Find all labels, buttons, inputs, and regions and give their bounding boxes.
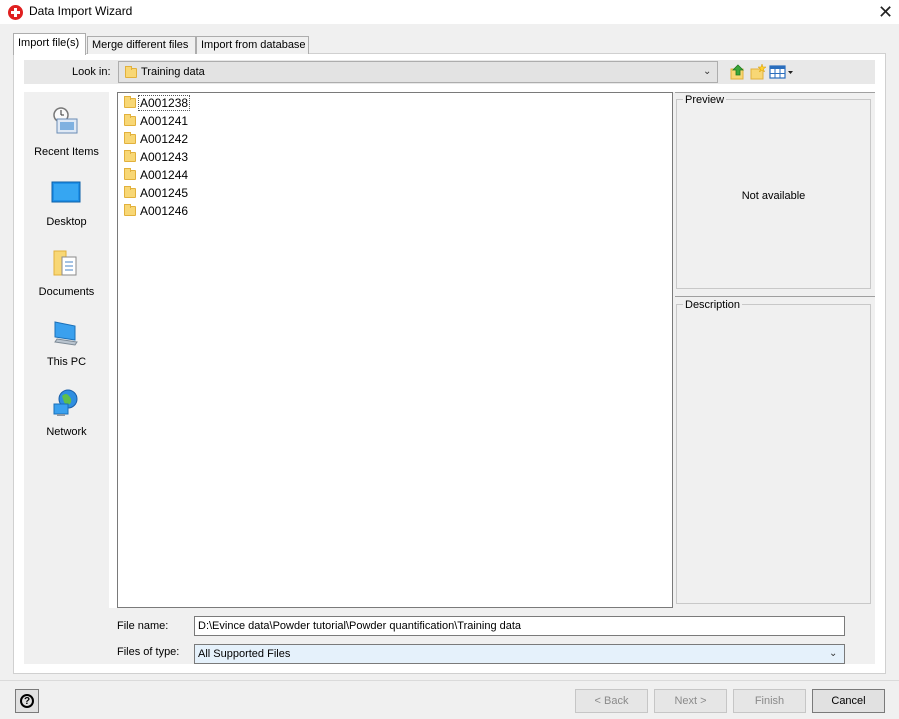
place-label: Desktop [46,216,87,228]
folder-icon [124,96,136,108]
preview-title: Preview [683,94,727,106]
file-name: A001244 [140,168,189,182]
place-documents[interactable]: Documents [24,246,109,308]
folder-icon [124,114,136,126]
preview-box: Preview Not available [676,94,871,289]
preview-message: Not available [741,190,806,202]
place-label: This PC [46,356,87,368]
list-item[interactable]: A001245 [120,184,320,202]
close-button[interactable]: ✕ [872,0,899,24]
folder-icon [125,66,137,78]
title-bar: Data Import Wizard ✕ [0,0,899,24]
place-network[interactable]: Network [24,386,109,448]
tab-import-database[interactable]: Import from database [196,36,309,54]
list-item[interactable]: A001244 [120,166,320,184]
tab-import-files[interactable]: Import file(s) [13,33,86,55]
folder-icon [124,168,136,180]
cancel-button[interactable]: Cancel [812,689,885,713]
chevron-down-icon: ⌄ [703,66,712,77]
side-panel: Preview Not available Description [673,92,875,608]
lookin-combo[interactable]: Training data ⌄ [118,61,718,83]
description-title: Description [683,299,743,311]
place-recent-items[interactable]: Recent Items [24,106,109,168]
finish-button[interactable]: Finish [733,689,806,713]
app-icon [8,5,23,20]
list-item[interactable]: A001241 [120,112,320,130]
network-icon [53,389,78,416]
filename-input[interactable]: D:\Evince data\Powder tutorial\Powder qu… [194,616,845,636]
documents-icon [53,250,77,276]
place-desktop[interactable]: Desktop [24,176,109,238]
folder-icon [124,132,136,144]
filename-label: File name: [117,620,169,632]
folder-icon [124,150,136,162]
up-folder-icon[interactable] [729,63,747,81]
file-name: A001242 [140,132,189,146]
divider [675,92,875,93]
next-button[interactable]: Next > [654,689,727,713]
file-list[interactable]: A001238 A001241 A001242 A001243 A001244 … [117,92,673,608]
desktop-icon [51,181,81,203]
place-label: Network [46,426,87,438]
filetype-select[interactable]: All Supported Files ⌄ [194,644,845,664]
help-button[interactable]: ? [15,689,39,713]
list-item[interactable]: A001242 [120,130,320,148]
file-name: A001245 [140,186,189,200]
file-name: A001243 [140,150,189,164]
folder-icon [124,186,136,198]
list-item[interactable]: A001246 [120,202,320,220]
description-box: Description [676,299,871,604]
this-pc-icon [54,321,78,346]
window-title: Data Import Wizard [29,4,133,18]
lookin-value: Training data [141,66,205,78]
file-name: A001246 [140,204,189,218]
back-button[interactable]: < Back [575,689,648,713]
place-label: Documents [38,286,95,298]
folder-icon [124,204,136,216]
places-bar: Recent Items Desktop Documents This PC N… [24,92,109,664]
divider [675,296,875,297]
new-folder-icon[interactable] [749,63,767,81]
file-name: A001241 [140,114,189,128]
filetype-value: All Supported Files [198,648,291,660]
view-menu-icon[interactable] [769,63,795,81]
place-this-pc[interactable]: This PC [24,316,109,378]
list-item[interactable]: A001238 [120,94,320,112]
chevron-down-icon: ⌄ [829,648,838,659]
lookin-label: Look in: [72,66,111,78]
place-label: Recent Items [34,146,99,158]
recent-items-icon [53,107,78,134]
filetype-label: Files of type: [117,646,180,658]
file-name: A001238 [137,95,191,111]
tab-merge-files[interactable]: Merge different files [87,36,196,54]
help-icon: ? [20,694,34,708]
list-item[interactable]: A001243 [120,148,320,166]
footer-separator [0,680,899,681]
